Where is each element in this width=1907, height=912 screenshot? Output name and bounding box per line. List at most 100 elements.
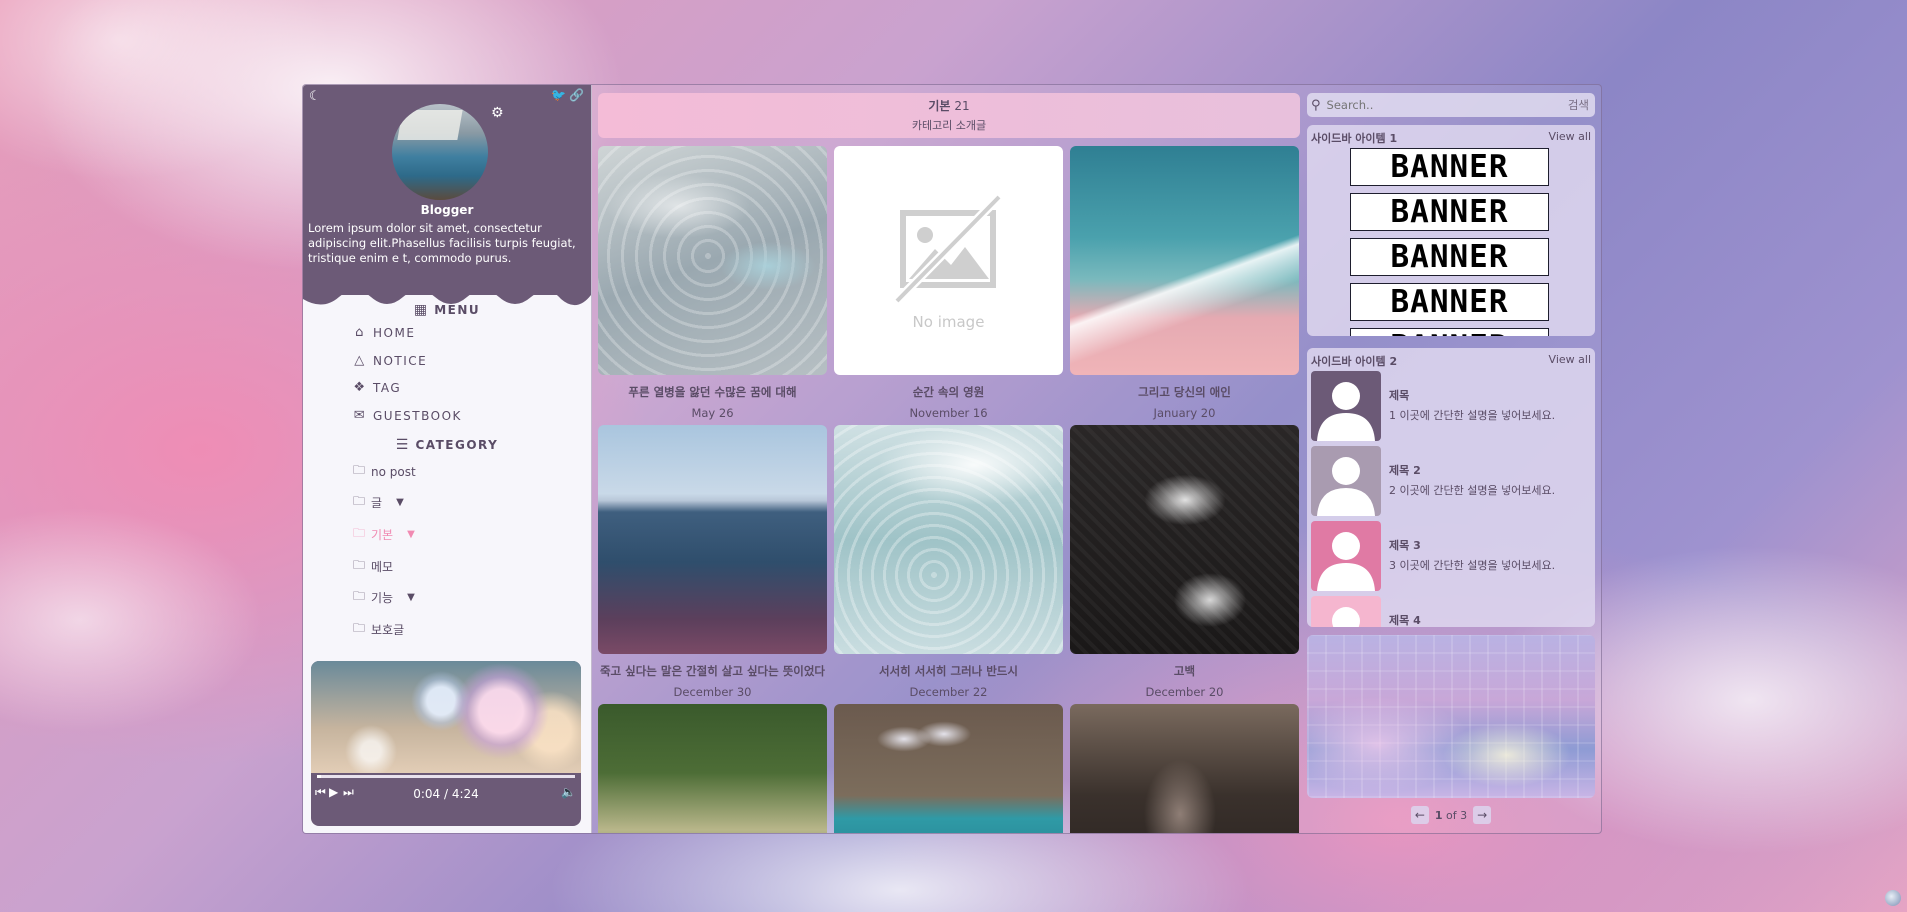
category-no-post[interactable]: 🗀 no post [353,461,416,482]
banner[interactable]: BANNER [1350,238,1549,276]
sidebar-panel-2: 사이드바 아이템 2 View all 제목 1 이곳에 간단한 설명을 넣어보… [1307,348,1595,627]
album-art [311,661,581,773]
search-input[interactable] [1324,97,1559,113]
sidebar-photo [1307,635,1595,798]
banner[interactable]: BANNER [1350,328,1549,336]
post-thumbnail[interactable] [598,425,827,654]
post-date: January 20 [1153,406,1216,420]
category-count: 21 [954,99,970,113]
post-thumbnail[interactable] [834,704,1063,833]
panel-title: 사이드바 아이템 1 [1311,132,1398,145]
folder-icon: 🗀 [353,526,366,540]
view-all-link[interactable]: View all [1549,130,1591,143]
bell-icon: △ [354,353,366,368]
category-gineung[interactable]: 🗀 기능 ▼ [353,587,415,608]
folder-icon: 🗀 [353,589,366,603]
item-description: 1 이곳에 간단한 설명을 넣어보세요. [1389,409,1556,422]
caret-down-icon[interactable]: ▼ [407,592,415,603]
gear-icon[interactable]: ⚙ [491,105,504,121]
caret-down-icon[interactable]: ▼ [407,529,415,540]
category-title: ☰ CATEGORY [395,437,499,453]
banner[interactable]: BANNER [1350,193,1549,231]
list-item[interactable]: 제목 2 2 이곳에 간단한 설명을 넣어보세요. [1311,446,1591,516]
list-item[interactable]: 제목 1 이곳에 간단한 설명을 넣어보세요. [1311,371,1591,441]
main-content: 기본 21 카테고리 소개글 푸른 열병을 앓던 수많은 꿈에 대해 May 26… [598,85,1300,833]
post-thumbnail[interactable] [1070,704,1299,833]
category-memo[interactable]: 🗀 메모 [353,556,393,577]
no-image-icon [893,193,1002,304]
post-thumbnail[interactable] [598,146,827,375]
post-title[interactable]: 그리고 당신의 애인 [1070,384,1299,400]
post-card[interactable] [598,704,827,833]
arrow-left-icon[interactable]: ← [1410,806,1429,824]
grid-icon: ▦ [413,302,429,318]
list-item[interactable]: 제목 4 [1311,596,1591,627]
link-icon[interactable]: 🔗 [569,88,584,102]
category-description: 카테고리 소개글 [911,119,987,132]
post-thumbnail[interactable] [1070,425,1299,654]
banner[interactable]: BANNER [1350,283,1549,321]
post-title[interactable]: 순간 속의 영원 [834,384,1063,400]
category-protected[interactable]: 🗀 보호글 [353,619,404,640]
folder-icon: 🗀 [353,558,366,572]
category-geul[interactable]: 🗀 글 ▼ [353,492,404,513]
category-header: 기본 21 카테고리 소개글 [598,93,1300,138]
volume-icon[interactable]: 🔈 [561,785,576,799]
list-icon: ☰ [395,437,410,453]
post-card[interactable] [1070,704,1299,833]
user-placeholder-icon [1311,446,1381,516]
item-title: 제목 3 [1389,539,1421,552]
post-thumbnail[interactable] [834,425,1063,654]
list-item[interactable]: 제목 3 3 이곳에 간단한 설명을 넣어보세요. [1311,521,1591,591]
pagination: ← 1 of 3 → [1307,806,1595,824]
progress-bar[interactable] [317,775,575,778]
arrow-right-icon[interactable]: → [1473,806,1492,824]
post-card[interactable] [834,704,1063,833]
banner[interactable]: BANNER [1350,148,1549,186]
post-card[interactable]: 고백 December 20 [1070,425,1299,699]
menu-title: ▦ MENU [413,302,481,318]
nav-guestbook[interactable]: ✉ GUESTBOOK [353,408,462,423]
blogger-name: Blogger [420,203,474,217]
left-sidebar: ☾ 🐦 🔗 ⚙ Blogger Lorem ipsum dolor sit am… [303,85,592,833]
nav-home[interactable]: ⌂ HOME [353,325,415,340]
post-card[interactable]: No image 순간 속의 영원 November 16 [834,146,1063,420]
home-icon: ⌂ [355,325,365,340]
category-gibon[interactable]: 🗀 기본 ▼ [353,524,415,545]
post-card[interactable]: 서서히 서서히 그러나 반드시 December 22 [834,425,1063,699]
view-all-link[interactable]: View all [1549,353,1591,366]
playback-time: 0:04 / 4:24 [413,787,479,801]
post-thumbnail[interactable]: No image [834,146,1063,375]
nav-tag[interactable]: ❖ TAG [353,380,401,395]
post-date: May 26 [691,406,734,420]
post-card[interactable]: 그리고 당신의 애인 January 20 [1070,146,1299,420]
search-button[interactable]: 검색 [1568,97,1589,113]
post-title[interactable]: 죽고 싶다는 말은 간절히 살고 싶다는 뜻이었다 [598,663,827,679]
item-title: 제목 [1389,389,1410,402]
caret-down-icon[interactable]: ▼ [396,497,404,508]
folder-icon: 🗀 [353,494,366,508]
folder-icon: 🗀 [353,621,366,635]
post-title[interactable]: 서서히 서서히 그러나 반드시 [834,663,1063,679]
twitter-icon[interactable]: 🐦 [551,88,566,102]
profile-card: ☾ 🐦 🔗 ⚙ Blogger Lorem ipsum dolor sit am… [303,85,591,295]
avatar [392,104,488,200]
post-card[interactable]: 죽고 싶다는 말은 간절히 살고 싶다는 뜻이었다 December 30 [598,425,827,699]
search-icon[interactable]: ⚲ [1311,98,1321,113]
post-date: November 16 [909,406,988,420]
post-title[interactable]: 푸른 열병을 앓던 수많은 꿈에 대해 [598,384,827,400]
nav-notice[interactable]: △ NOTICE [353,353,427,368]
mail-icon: ✉ [353,408,367,423]
post-thumbnail[interactable] [1070,146,1299,375]
blog-window: ☾ 🐦 🔗 ⚙ Blogger Lorem ipsum dolor sit am… [302,84,1602,834]
blog-description: Lorem ipsum dolor sit amet, consectetur … [308,221,576,265]
moon-icon[interactable]: ☾ [309,89,321,104]
tag-icon: ❖ [353,380,367,395]
category-name: 기본 [928,99,951,113]
globe-icon[interactable] [1885,890,1901,906]
post-card[interactable]: 푸른 열병을 앓던 수많은 꿈에 대해 May 26 [598,146,827,420]
post-title[interactable]: 고백 [1070,663,1299,679]
sidebar-panel-1: 사이드바 아이템 1 View all BANNER BANNER BANNER… [1307,125,1595,336]
post-date: December 30 [673,685,752,699]
post-thumbnail[interactable] [598,704,827,833]
